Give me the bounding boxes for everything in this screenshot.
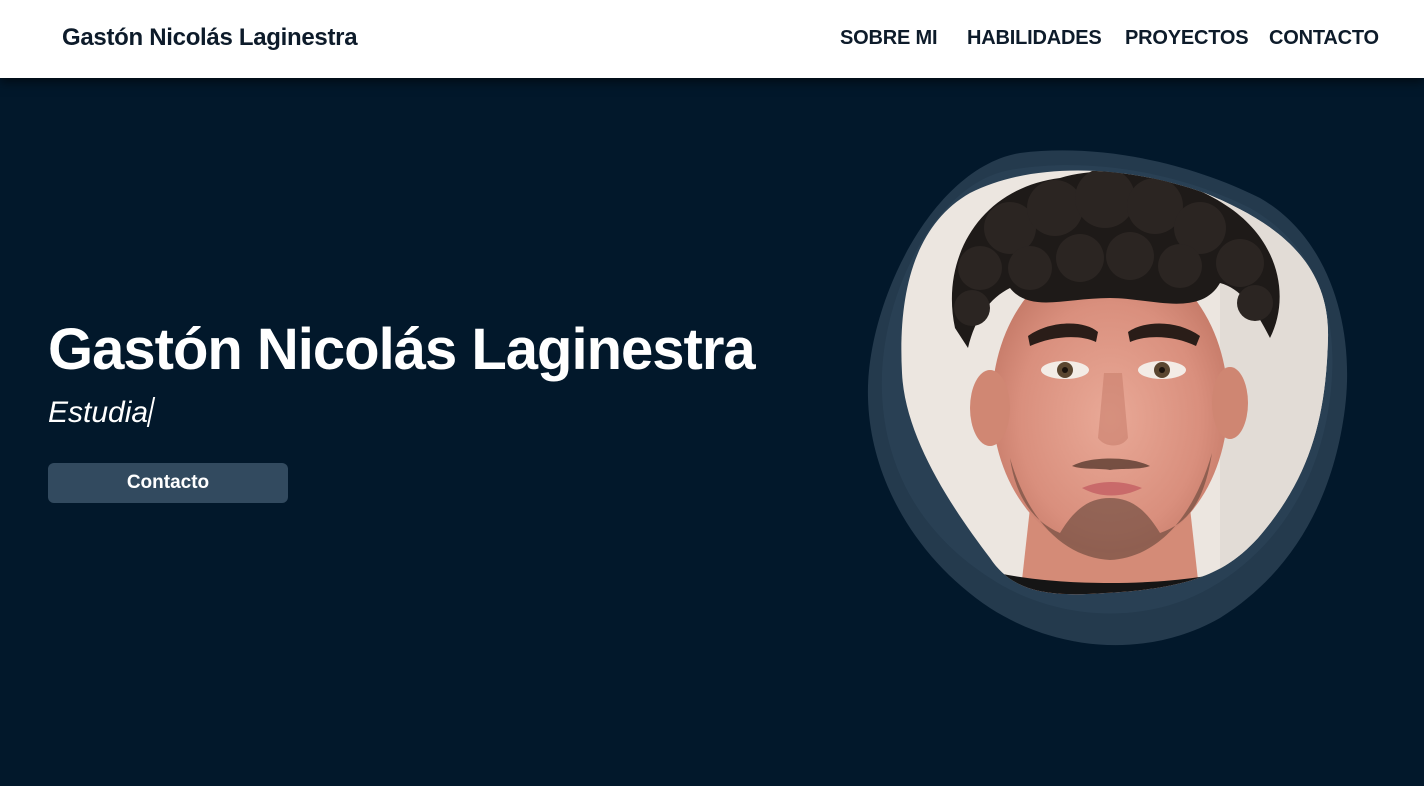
contact-button[interactable]: Contacto <box>48 463 288 503</box>
hero-section: Gastón Nicolás Laginestra Estudia Contac… <box>0 78 1424 786</box>
nav-sobre-mi[interactable]: SOBRE MI <box>840 27 937 50</box>
nav-habilidades[interactable]: HABILIDADES <box>967 27 1102 50</box>
nav-contacto[interactable]: CONTACTO <box>1269 27 1379 50</box>
top-navbar: Gastón Nicolás Laginestra SOBRE MI HABIL… <box>0 0 1424 78</box>
hero-subtitle: Estudia <box>48 396 156 430</box>
hero-title: Gastón Nicolás Laginestra <box>48 317 756 382</box>
nav-proyectos[interactable]: PROYECTOS <box>1125 27 1249 50</box>
typed-text: Estudia <box>48 396 149 429</box>
profile-portrait <box>860 148 1360 658</box>
typing-cursor <box>146 397 156 427</box>
site-brand[interactable]: Gastón Nicolás Laginestra <box>62 24 358 52</box>
